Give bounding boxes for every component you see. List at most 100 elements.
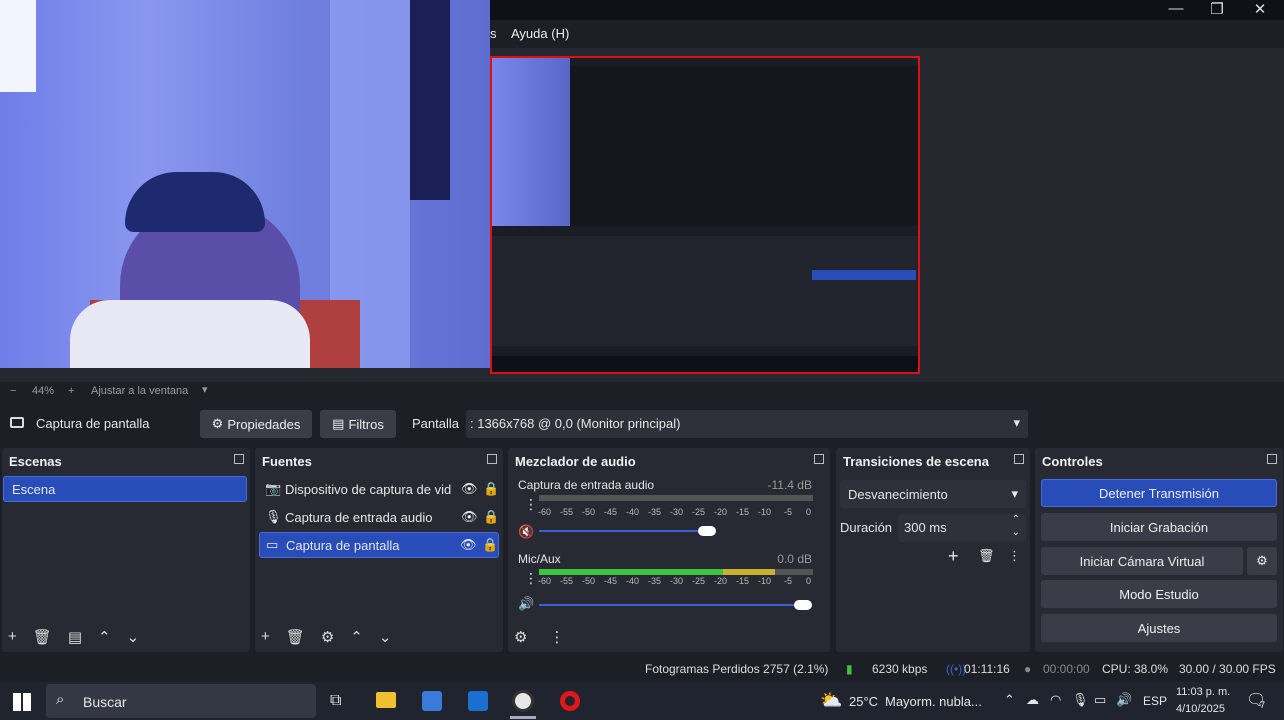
chevron-down-icon[interactable]: ▾ — [202, 383, 208, 396]
trash-icon[interactable]: 🗑 — [978, 548, 995, 564]
float-icon[interactable] — [487, 454, 497, 464]
clock-date[interactable]: 4/10/2025 — [1176, 703, 1225, 715]
obs-icon[interactable] — [512, 690, 534, 712]
chevron-up-icon[interactable]: ⌃ — [1012, 514, 1020, 525]
meter-tick: 0 — [806, 507, 812, 517]
dock-title: Escenas — [9, 454, 62, 469]
webcam-feed — [0, 0, 490, 368]
trash-icon[interactable]: 🗑 — [286, 628, 305, 646]
studio-mode-button[interactable]: Modo Estudio — [1041, 580, 1277, 608]
float-icon[interactable] — [1014, 454, 1024, 464]
channel-name: Captura de entrada audio — [518, 478, 655, 492]
virtual-camera-settings-button[interactable]: ⚙ — [1247, 547, 1277, 575]
filter-icon[interactable]: ▤ — [68, 628, 82, 646]
menu-item-partial[interactable]: s — [490, 26, 497, 41]
scene-item[interactable]: Escena — [3, 476, 247, 502]
transition-select[interactable]: Desvanecimiento ▾ — [840, 480, 1026, 508]
more-icon[interactable]: ⋮ — [1008, 548, 1021, 564]
outlook-icon[interactable] — [468, 691, 488, 711]
up-icon[interactable]: ⌃ — [350, 628, 363, 646]
microphone-icon[interactable]: 🎙 — [1072, 692, 1089, 708]
dock-title: Fuentes — [262, 454, 312, 469]
volume-track — [539, 530, 699, 532]
speaker-muted-icon[interactable]: 🔇 — [518, 524, 534, 540]
controls-dock: Controles Detener Transmisión Iniciar Gr… — [1035, 448, 1283, 652]
minimize-icon[interactable]: — — [1166, 0, 1186, 17]
screen-capture-preview[interactable] — [490, 56, 920, 374]
meter-tick: -5 — [784, 576, 793, 586]
gear-icon[interactable]: ⚙ — [514, 628, 527, 646]
fit-window-button[interactable]: Ajustar a la ventana — [91, 385, 188, 397]
filters-button[interactable]: ▤ Filtros — [320, 410, 396, 438]
eye-icon[interactable]: 👁 — [460, 537, 482, 553]
lock-icon[interactable]: 🔒 — [483, 481, 499, 497]
wifi-icon[interactable]: ◠ — [1050, 692, 1061, 708]
menu-item-help[interactable]: Ayuda (H) — [511, 26, 569, 41]
task-view-icon[interactable]: ⧉ — [330, 692, 341, 710]
float-icon[interactable] — [1267, 454, 1277, 464]
battery-icon[interactable]: ▭ — [1094, 692, 1106, 708]
settings-button[interactable]: Ajustes — [1041, 614, 1277, 642]
close-icon[interactable]: ✕ — [1250, 0, 1270, 18]
more-icon[interactable]: ⋮ — [524, 570, 538, 587]
zoom-bar: − 44% + Ajustar a la ventana ▾ — [0, 383, 600, 401]
windows-start-icon[interactable] — [13, 693, 31, 711]
nested-docks — [492, 236, 918, 346]
more-icon[interactable]: ⋮ — [549, 628, 564, 646]
lock-icon[interactable]: 🔒 — [483, 509, 499, 525]
opera-icon[interactable] — [560, 691, 580, 711]
notification-count: 7 — [1260, 700, 1266, 710]
gear-icon: ⚙ — [1256, 553, 1268, 568]
language-indicator[interactable]: ESP — [1143, 694, 1167, 708]
properties-button[interactable]: ⚙ Propiedades — [200, 410, 312, 438]
meter-tick: -5 — [784, 507, 793, 517]
chevron-down-icon[interactable]: ⌄ — [1012, 527, 1020, 538]
display-select[interactable]: : 1366x768 @ 0,0 (Monitor principal) ▾ — [466, 410, 1028, 438]
speaker-icon[interactable]: 🔊 — [518, 596, 534, 612]
level-meter-green — [539, 569, 723, 575]
source-item[interactable]: 🎙 Captura de entrada audio 👁 🔒 — [259, 504, 499, 530]
trash-icon[interactable]: 🗑 — [33, 628, 52, 646]
meter-tick: -50 — [582, 507, 596, 517]
float-icon[interactable] — [814, 454, 824, 464]
scenes-toolbar: + 🗑 ▤ ⌃ ⌄ — [8, 628, 139, 646]
duration-input[interactable]: 300 ms ⌃ ⌄ — [898, 514, 1026, 542]
source-item[interactable]: ▭ Captura de pantalla 👁 🔒 — [259, 532, 499, 558]
add-icon[interactable]: + — [8, 628, 17, 646]
stop-streaming-button[interactable]: Detener Transmisión — [1041, 479, 1277, 507]
eye-icon[interactable]: 👁 — [461, 509, 483, 525]
source-item[interactable]: 📷 Dispositivo de captura de vid 👁 🔒 — [259, 476, 499, 502]
add-icon[interactable]: + — [261, 628, 270, 646]
zoom-out-button[interactable]: − — [10, 385, 16, 397]
clock-time[interactable]: 11:03 p. m. — [1176, 686, 1230, 698]
float-icon[interactable] — [234, 454, 244, 464]
store-icon[interactable] — [422, 691, 442, 711]
up-icon[interactable]: ⌃ — [98, 628, 111, 646]
volume-slider-handle[interactable] — [698, 526, 716, 536]
source-label: Dispositivo de captura de vid — [285, 481, 452, 497]
down-icon[interactable]: ⌄ — [127, 628, 140, 646]
down-icon[interactable]: ⌄ — [379, 628, 392, 646]
meter-tick: -55 — [560, 507, 574, 517]
taskbar-search[interactable]: ⌕ Buscar — [46, 684, 316, 718]
volume-slider-handle[interactable] — [794, 600, 812, 610]
meter-tick: -20 — [714, 576, 728, 586]
start-recording-button[interactable]: Iniciar Grabación — [1041, 513, 1277, 541]
eye-icon[interactable]: 👁 — [461, 481, 483, 497]
chevron-up-icon[interactable]: ⌃ — [1004, 692, 1015, 708]
add-icon[interactable]: + — [948, 546, 959, 567]
status-bar: Fotogramas Perdidos 2757 (2.1%) ▮ 6230 k… — [0, 654, 1284, 682]
selected-source-name: Captura de pantalla — [36, 416, 150, 431]
lock-icon[interactable]: 🔒 — [482, 537, 498, 553]
volume-icon[interactable]: 🔊 — [1116, 692, 1132, 708]
restore-icon[interactable]: ❐ — [1207, 0, 1227, 18]
duration-label: Duración — [840, 520, 893, 535]
file-explorer-icon[interactable] — [376, 692, 396, 708]
zoom-in-button[interactable]: + — [68, 385, 74, 397]
gear-icon[interactable]: ⚙ — [321, 628, 334, 646]
dock-title: Mezclador de audio — [515, 454, 636, 469]
meter-tick: -35 — [648, 576, 662, 586]
level-meter — [539, 569, 813, 575]
virtual-camera-button[interactable]: Iniciar Cámara Virtual — [1041, 547, 1243, 575]
more-icon[interactable]: ⋮ — [524, 496, 538, 513]
